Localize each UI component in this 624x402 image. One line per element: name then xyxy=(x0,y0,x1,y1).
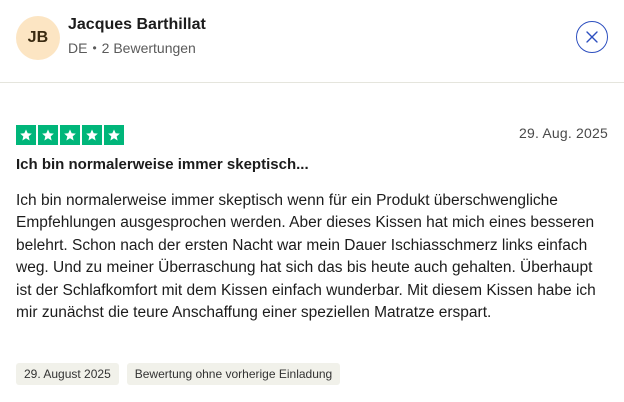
star-icon xyxy=(38,125,58,145)
avatar: JB xyxy=(16,16,60,60)
close-button[interactable] xyxy=(576,21,608,53)
review-date: 29. Aug. 2025 xyxy=(518,125,608,141)
separator-dot: • xyxy=(92,41,97,55)
invitation-tag: Bewertung ohne vorherige Einladung xyxy=(126,363,341,385)
close-icon xyxy=(586,31,598,43)
star-icon xyxy=(82,125,102,145)
star-icon xyxy=(60,125,80,145)
reviewer-country: DE xyxy=(68,40,88,56)
review-tags: 29. August 2025 Bewertung ohne vorherige… xyxy=(16,363,341,385)
star-icon xyxy=(104,125,124,145)
star-icon xyxy=(16,125,36,145)
reviewer-header: JB Jacques Barthillat DE • 2 Bewertungen xyxy=(0,0,624,83)
star-rating xyxy=(16,125,124,145)
review-text: Ich bin normalerweise immer skeptisch we… xyxy=(16,192,596,322)
experience-date-tag: 29. August 2025 xyxy=(16,363,119,385)
review-title: Ich bin normalerweise immer skeptisch... xyxy=(16,156,309,173)
reviewer-meta: DE • 2 Bewertungen xyxy=(68,40,196,56)
reviewer-review-count: 2 Bewertungen xyxy=(101,40,196,56)
reviewer-name[interactable]: Jacques Barthillat xyxy=(68,16,206,34)
